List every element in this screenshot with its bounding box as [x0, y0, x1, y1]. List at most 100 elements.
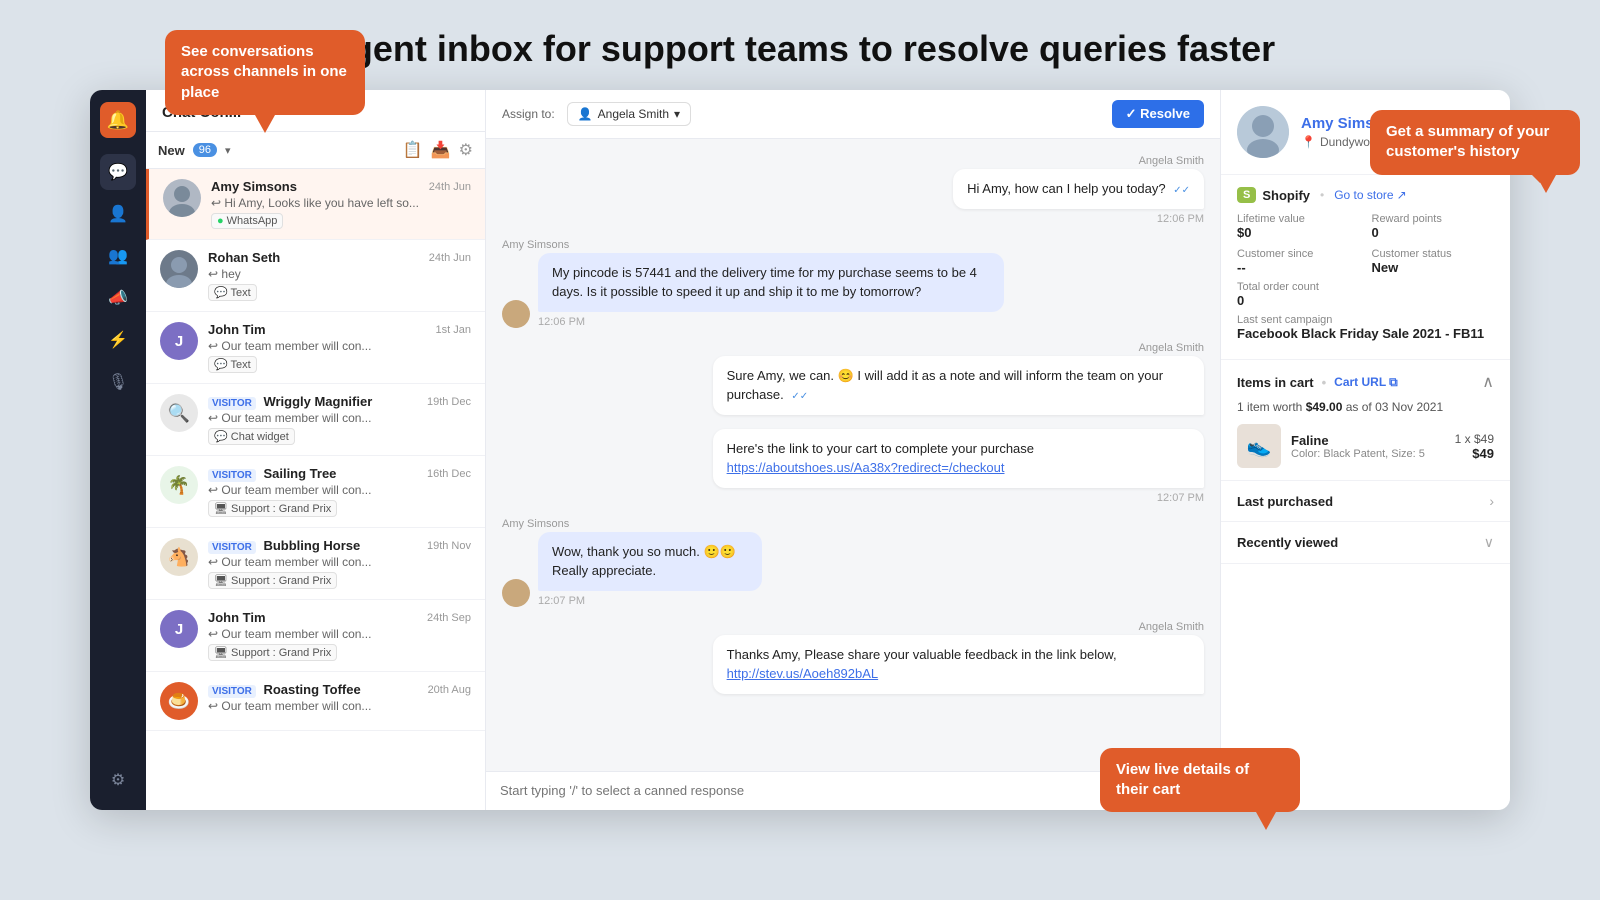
shopify-row: S Shopify • Go to store ↗	[1237, 187, 1494, 203]
conv-item-bubbling-horse[interactable]: 🐴 VISITOR Bubbling Horse 19th Nov ↩ Our …	[146, 528, 485, 600]
cart-url-link[interactable]: Cart URL ⧉	[1334, 375, 1398, 390]
last-purchased-row[interactable]: Last purchased ›	[1221, 481, 1510, 522]
conv-item-amy-simsons[interactable]: Amy Simsons 24th Jun ↩ Hi Amy, Looks lik…	[146, 169, 485, 240]
sidebar-item-contacts[interactable]: 👤	[100, 196, 136, 232]
stat-grid: Lifetime value $0 Reward points 0 Custom…	[1237, 213, 1494, 275]
recently-viewed-row[interactable]: Recently viewed ∨	[1221, 522, 1510, 564]
conv-channel-badge: 💬 Chat widget	[208, 428, 295, 445]
conv-item-rohan-seth[interactable]: Rohan Seth 24th Jun ↩ hey 💬 Text	[146, 240, 485, 312]
recently-viewed-chevron: ∨	[1484, 534, 1494, 551]
cart-title: Items in cart • Cart URL ⧉	[1237, 375, 1398, 390]
cart-header-row: Items in cart • Cart URL ⧉ ∧	[1237, 372, 1494, 392]
cart-item-sub: Color: Black Patent, Size: 5	[1291, 448, 1445, 460]
msg-time: 12:06 PM	[1157, 213, 1204, 225]
msg-bubble: Wow, thank you so much. 🙂🙂 Really apprec…	[538, 532, 762, 591]
message-6: Angela Smith Thanks Amy, Please share yo…	[502, 621, 1204, 694]
conv-channel-badge: ● WhatsApp	[211, 213, 283, 229]
copy-icon[interactable]: ⧉	[1389, 375, 1398, 390]
conv-channel-badge: 🖥 Support : Grand Prix	[208, 572, 337, 589]
conv-content: VISITOR Roasting Toffee 20th Aug ↩ Our t…	[208, 682, 471, 713]
conv-date: 19th Nov	[427, 540, 471, 552]
assignee-button[interactable]: 👤 Angela Smith ▾	[567, 102, 691, 126]
cart-item-price: 1 x $49 $49	[1455, 432, 1494, 461]
chat-avatar	[502, 579, 530, 607]
conv-avatar: J	[160, 322, 198, 360]
conv-date: 1st Jan	[436, 324, 471, 336]
conv-item-sailing-tree[interactable]: 🌴 VISITOR Sailing Tree 16th Dec ↩ Our te…	[146, 456, 485, 528]
conv-snippet: ↩ Our team member will con...	[208, 483, 471, 497]
cart-link[interactable]: https://aboutshoes.us/Aa38x?redirect=/ch…	[727, 460, 1005, 475]
conv-snippet: ↩ hey	[208, 267, 471, 281]
cart-item-image: 👟	[1237, 424, 1281, 468]
stat-customer-status: Customer status New	[1372, 248, 1495, 275]
msg-bubble: Thanks Amy, Please share your valuable f…	[713, 635, 1204, 694]
filter-dropdown[interactable]: ▾	[225, 144, 231, 157]
message-1: Angela Smith Hi Amy, how can I help you …	[502, 155, 1204, 225]
stat-last-campaign: Last sent campaign Facebook Black Friday…	[1237, 314, 1494, 341]
filter-icon-3[interactable]: ⚙	[459, 140, 473, 160]
conv-content: Rohan Seth 24th Jun ↩ hey 💬 Text	[208, 250, 471, 301]
sidebar-item-automation[interactable]: ⚡	[100, 322, 136, 358]
conv-avatar: 🐴	[160, 538, 198, 576]
message-2: Amy Simsons My pincode is 57441 and the …	[502, 239, 1204, 328]
conv-content: VISITOR Bubbling Horse 19th Nov ↩ Our te…	[208, 538, 471, 589]
chat-messages: Angela Smith Hi Amy, how can I help you …	[486, 139, 1220, 771]
conv-date: 24th Jun	[429, 252, 471, 264]
conv-list-panel: Chat Con... New 96 ▾ 📋 📥 ⚙ Amy Simsons 2…	[146, 90, 486, 810]
conv-channel-badge: 🖥 Support : Grand Prix	[208, 644, 337, 661]
filter-icon-1[interactable]: 📋	[403, 140, 423, 160]
conv-list-filter: New 96 ▾ 📋 📥 ⚙	[146, 132, 485, 169]
conv-name: VISITOR Wriggly Magnifier	[208, 394, 372, 409]
filter-icon-2[interactable]: 📥	[431, 140, 451, 160]
cart-section: Items in cart • Cart URL ⧉ ∧ 1 item wort…	[1221, 360, 1510, 481]
conv-snippet: ↩ Hi Amy, Looks like you have left so...	[211, 196, 471, 210]
conv-snippet: ↩ Our team member will con...	[208, 627, 471, 641]
conv-channel-badge: 💬 Text	[208, 284, 257, 301]
conv-channel-badge: 💬 Text	[208, 356, 257, 373]
shopify-label: Shopify	[1262, 188, 1310, 203]
cart-item-row: 👟 Faline Color: Black Patent, Size: 5 1 …	[1237, 424, 1494, 468]
conv-avatar: 🔍	[160, 394, 198, 432]
conv-date: 16th Dec	[427, 468, 471, 480]
conv-name: VISITOR Bubbling Horse	[208, 538, 360, 553]
callout-top-right: Get a summary of your customer's history	[1370, 110, 1580, 175]
filter-badge: 96	[193, 143, 217, 157]
sidebar-item-campaigns[interactable]: 📣	[100, 280, 136, 316]
chat-header: Assign to: 👤 Angela Smith ▾ ✓ Resolve	[486, 90, 1220, 139]
chat-avatar	[502, 300, 530, 328]
go-to-store-link[interactable]: Go to store ↗	[1334, 188, 1406, 202]
conv-name: VISITOR Roasting Toffee	[208, 682, 361, 697]
cart-summary: 1 item worth $49.00 as of 03 Nov 2021	[1237, 400, 1494, 414]
assignee-name: Angela Smith	[598, 107, 669, 121]
sidebar-logo[interactable]: 🔔	[100, 102, 136, 138]
conv-item-roasting-toffee[interactable]: 🍮 VISITOR Roasting Toffee 20th Aug ↩ Our…	[146, 672, 485, 731]
msg-sender: Angela Smith	[1139, 155, 1204, 167]
cart-collapse-button[interactable]: ∧	[1482, 372, 1494, 392]
last-purchased-label: Last purchased	[1237, 494, 1333, 509]
msg-sender: Amy Simsons	[502, 239, 569, 251]
msg-bubble: Sure Amy, we can. 😊 I will add it as a n…	[713, 356, 1204, 415]
sidebar-item-reports[interactable]: 🎙	[100, 364, 136, 400]
conv-channel-badge: 🖥 Support : Grand Prix	[208, 500, 337, 517]
conv-item-john-tim-1[interactable]: J John Tim 1st Jan ↩ Our team member wil…	[146, 312, 485, 384]
assign-label: Assign to:	[502, 107, 555, 121]
conv-item-wriggly-magnifier[interactable]: 🔍 VISITOR Wriggly Magnifier 19th Dec ↩ O…	[146, 384, 485, 456]
conv-date: 20th Aug	[428, 684, 471, 696]
location-pin-icon: 📍	[1301, 135, 1316, 149]
sidebar-item-teams[interactable]: 👥	[100, 238, 136, 274]
conv-content: John Tim 24th Sep ↩ Our team member will…	[208, 610, 471, 661]
shopify-badge: S	[1237, 187, 1256, 203]
conv-snippet: ↩ Our team member will con...	[208, 339, 471, 353]
stat-customer-since: Customer since --	[1237, 248, 1360, 275]
last-purchased-chevron: ›	[1489, 493, 1494, 509]
conv-content: John Tim 1st Jan ↩ Our team member will …	[208, 322, 471, 373]
callout-top-left: See conversations across channels in one…	[165, 30, 365, 115]
resolve-button[interactable]: ✓ Resolve	[1112, 100, 1204, 128]
conv-item-john-tim-2[interactable]: J John Tim 24th Sep ↩ Our team member wi…	[146, 600, 485, 672]
sidebar-item-settings[interactable]: ⚙	[100, 762, 136, 798]
message-5: Amy Simsons Wow, thank you so much. 🙂🙂 R…	[502, 518, 1204, 607]
filter-icons: 📋 📥 ⚙	[403, 140, 473, 160]
sidebar-item-conversations[interactable]: 💬	[100, 154, 136, 190]
feedback-link[interactable]: http://stev.us/Aoeh892bAL	[727, 666, 879, 681]
conv-content: VISITOR Sailing Tree 16th Dec ↩ Our team…	[208, 466, 471, 517]
